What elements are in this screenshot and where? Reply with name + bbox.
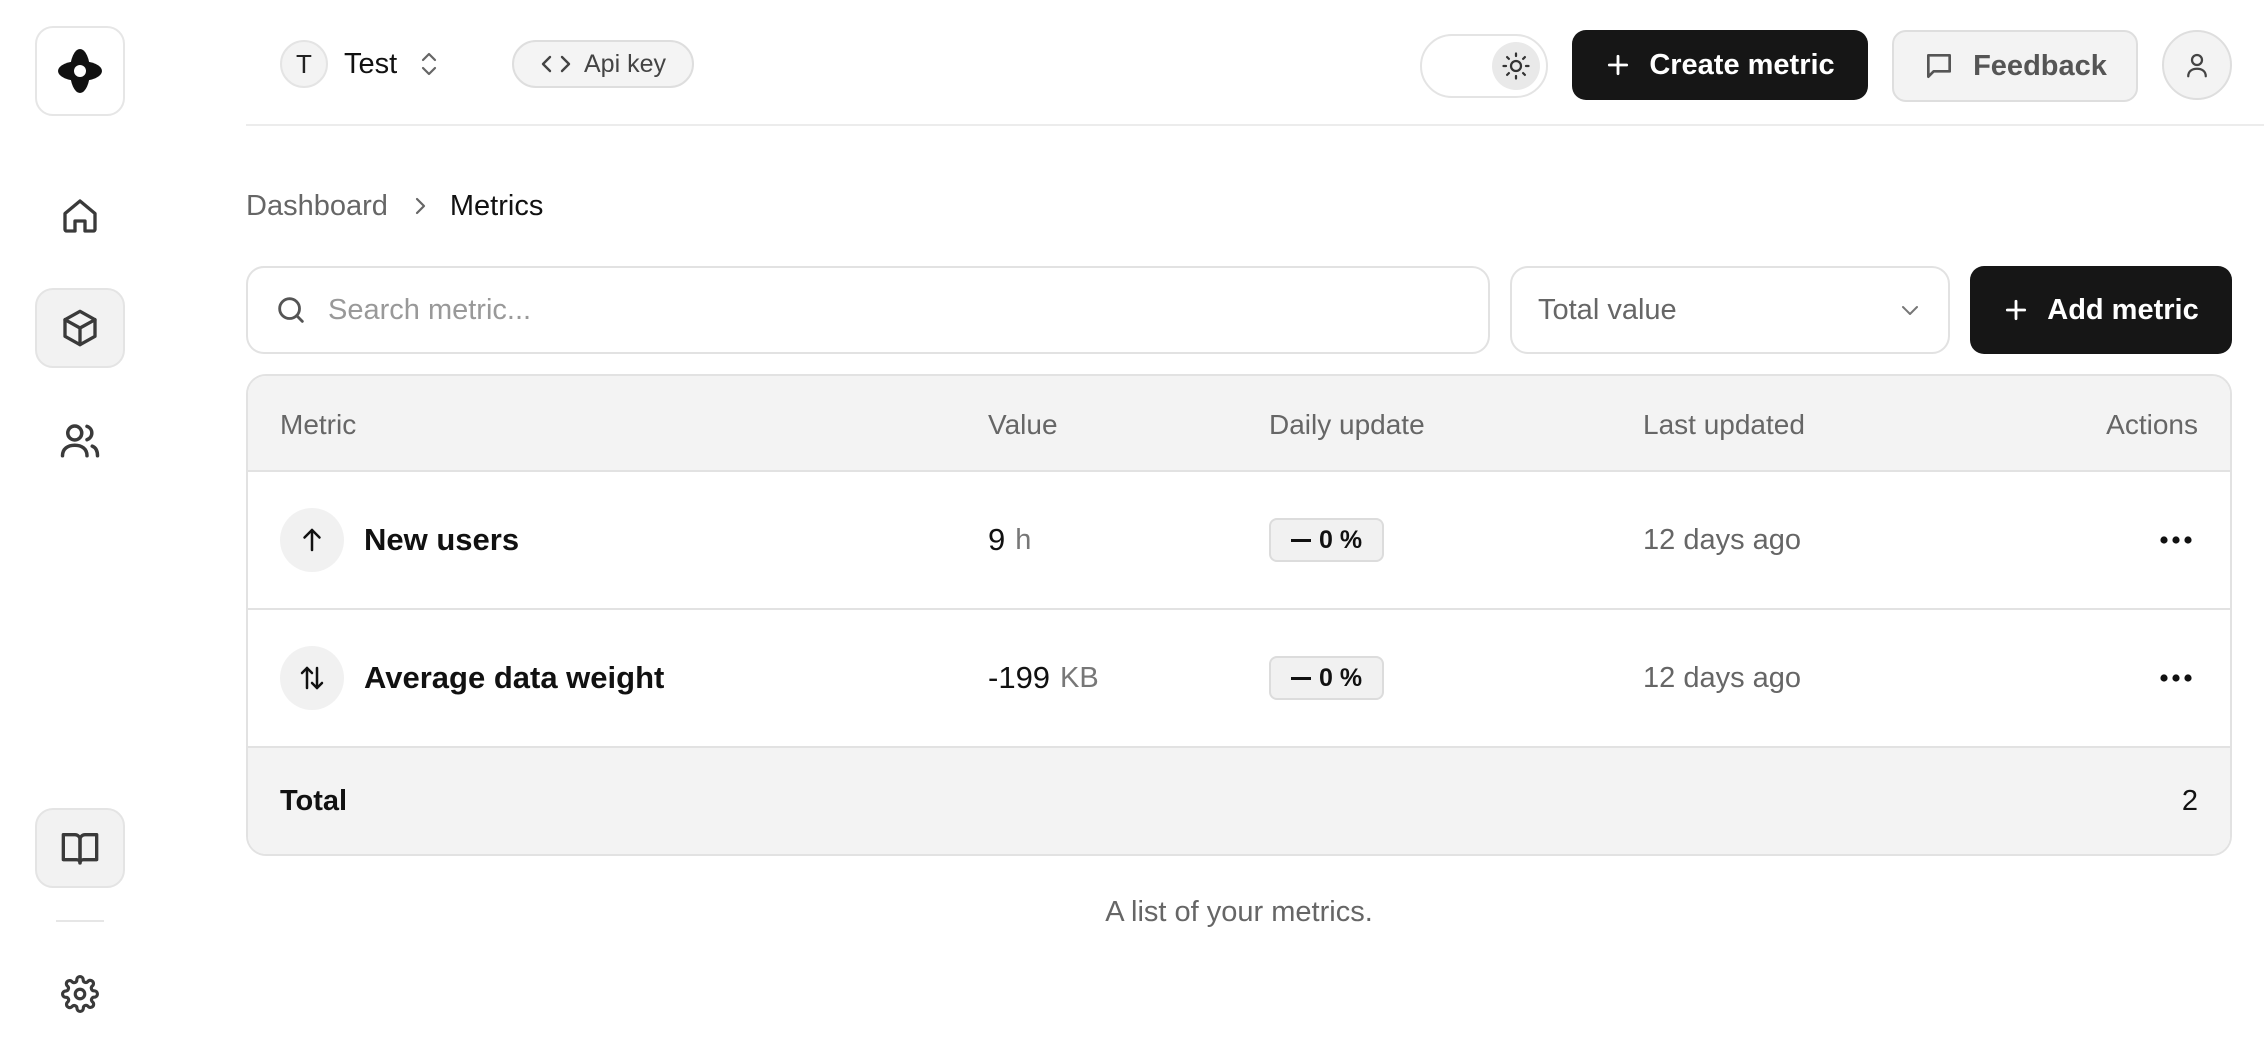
metric-value: 9	[988, 522, 1006, 557]
sidebar-item-metrics[interactable]	[35, 288, 125, 368]
minus-icon	[1291, 676, 1311, 680]
chevron-down-icon	[1902, 306, 1918, 315]
team-avatar: T	[280, 40, 328, 88]
daily-update-badge: 0 %	[1269, 518, 1385, 562]
metric-value: -199	[988, 660, 1051, 695]
arrow-up-icon	[280, 508, 344, 572]
create-metric-label: Create metric	[1649, 48, 1835, 81]
breadcrumb-dashboard-link[interactable]: Dashboard	[246, 190, 388, 223]
sidebar-divider	[56, 920, 104, 922]
table-caption: A list of your metrics.	[1105, 896, 1373, 928]
column-header-actions: Actions	[2106, 409, 2198, 440]
daily-update-cell: 0 %	[1269, 472, 1385, 608]
value-type-select-value: Total value	[1538, 293, 1677, 326]
sidebar-item-settings[interactable]	[35, 954, 125, 1034]
footer-label-cell: Total	[280, 748, 347, 854]
daily-update-badge: 0 %	[1269, 656, 1385, 700]
row-actions-button[interactable]	[2154, 518, 2198, 562]
value-type-select[interactable]: Total value	[1510, 266, 1950, 354]
metric-unit: KB	[1060, 661, 1099, 694]
sidebar	[0, 0, 160, 1060]
table-row[interactable]: Average data weight -199 KB 0 % 12 days …	[248, 610, 2230, 748]
api-key-button[interactable]: Api key	[512, 40, 694, 88]
team-name: Test	[344, 47, 398, 80]
sidebar-item-team[interactable]	[35, 400, 125, 480]
actions-cell	[2154, 472, 2198, 608]
arrows-up-down-icon	[280, 646, 344, 710]
column-header-metric[interactable]: Metric	[280, 409, 356, 441]
feedback-button[interactable]: Feedback	[1892, 30, 2138, 102]
code-icon	[541, 55, 571, 73]
box-icon	[63, 309, 97, 347]
search-icon	[278, 297, 304, 323]
table-footer: Total 2	[248, 748, 2230, 854]
plus-icon	[2006, 299, 2027, 321]
top-bar: T Test Api key Create metric Feedback	[246, 0, 2264, 126]
column-header-value[interactable]: Value	[988, 409, 1058, 441]
theme-toggle[interactable]	[1420, 34, 1548, 98]
table-header: Metric Value Daily update Last updated A…	[248, 376, 2230, 472]
more-horizontal-icon	[2160, 536, 2192, 544]
column-header-daily-update[interactable]: Daily update	[1269, 409, 1425, 441]
minus-icon	[1291, 538, 1311, 542]
metric-name[interactable]: Average data weight	[364, 660, 664, 696]
total-label: Total	[280, 784, 348, 817]
create-metric-button[interactable]: Create metric	[1572, 30, 1868, 100]
api-key-label: Api key	[584, 49, 666, 78]
column-header-last-updated[interactable]: Last updated	[1643, 409, 1805, 441]
team-switcher[interactable]: T Test	[280, 40, 441, 88]
daily-update-value: 0 %	[1319, 663, 1363, 692]
search-input[interactable]	[328, 293, 1428, 327]
users-icon	[60, 424, 100, 458]
last-updated-value: 12 days ago	[1643, 523, 1802, 556]
chevrons-up-down-icon	[417, 49, 441, 79]
footer-count-cell: 2	[2182, 748, 2198, 854]
more-horizontal-icon	[2160, 674, 2192, 682]
breadcrumb: Dashboard Metrics	[246, 186, 543, 226]
total-count: 2	[2181, 784, 2198, 817]
plus-icon	[1608, 54, 1629, 76]
metric-name[interactable]: New users	[364, 522, 519, 558]
daily-update-value: 0 %	[1319, 525, 1363, 554]
table-row[interactable]: New users 9 h 0 % 12 days ago	[248, 472, 2230, 610]
value-cell: 9 h	[988, 472, 1031, 608]
last-updated-cell: 12 days ago	[1643, 610, 1801, 746]
daily-update-cell: 0 %	[1269, 610, 1385, 746]
user-menu-button[interactable]	[2162, 30, 2232, 100]
metric-unit: h	[1015, 523, 1032, 556]
user-icon	[2187, 53, 2207, 78]
message-square-icon	[1927, 54, 1952, 78]
app-logo[interactable]	[35, 26, 125, 116]
book-open-icon	[61, 833, 99, 865]
metrics-table: Metric Value Daily update Last updated A…	[246, 374, 2232, 856]
sun-icon	[1502, 52, 1530, 80]
sidebar-item-docs[interactable]	[35, 808, 125, 888]
search-field	[246, 266, 1490, 354]
feedback-label: Feedback	[1973, 49, 2107, 82]
metric-cell: New users	[280, 472, 519, 608]
add-metric-button[interactable]: Add metric	[1970, 266, 2232, 354]
chevron-right-icon	[414, 195, 428, 217]
breadcrumb-current: Metrics	[449, 189, 544, 222]
last-updated-cell: 12 days ago	[1643, 472, 1801, 608]
actions-cell	[2154, 610, 2198, 746]
sidebar-item-home[interactable]	[35, 176, 125, 256]
gear-icon	[61, 975, 99, 1013]
home-icon	[63, 199, 97, 233]
row-actions-button[interactable]	[2154, 656, 2198, 700]
value-cell: -199 KB	[988, 610, 1099, 746]
theme-toggle-knob	[1492, 42, 1540, 90]
logo-icon	[58, 49, 102, 93]
last-updated-value: 12 days ago	[1643, 661, 1802, 694]
metric-cell: Average data weight	[280, 610, 664, 746]
add-metric-label: Add metric	[2047, 293, 2199, 326]
